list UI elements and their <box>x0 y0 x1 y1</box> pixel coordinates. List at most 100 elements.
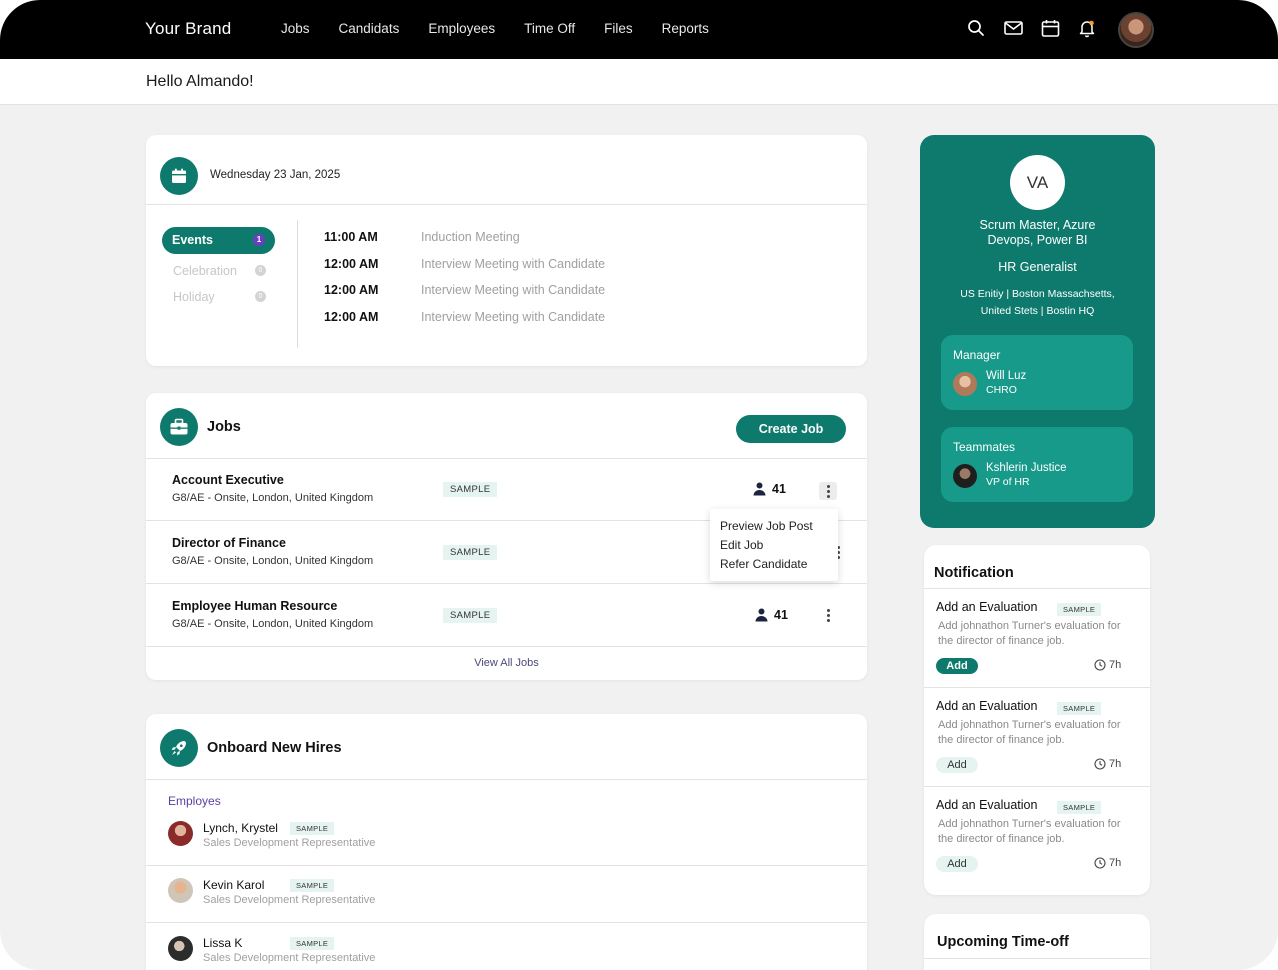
event-title[interactable]: Interview Meeting with Candidate <box>421 283 605 297</box>
profile-role: HR Generalist <box>998 260 1077 274</box>
add-evaluation-button[interactable]: Add <box>936 658 978 674</box>
divider <box>146 583 867 584</box>
applicant-count-value: 41 <box>772 482 786 496</box>
divider <box>924 687 1150 688</box>
category-label: Celebration <box>173 264 237 278</box>
time-ago-value: 7h <box>1109 659 1122 671</box>
event-time: 12:00 AM <box>324 257 379 271</box>
job-title[interactable]: Account Executive <box>172 473 284 487</box>
job-title[interactable]: Director of Finance <box>172 536 286 550</box>
manager-name: Will Luz <box>986 370 1027 382</box>
time-ago-value: 7h <box>1109 758 1122 770</box>
nav-link-files[interactable]: Files <box>604 21 633 36</box>
applicant-count[interactable]: 41 <box>753 482 786 496</box>
profile-card: VA Scrum Master, Azure Devops, Power BI … <box>920 135 1155 528</box>
profile-location-line1: US Enitiy | Boston Massachsetts, <box>960 288 1115 300</box>
sample-badge: SAMPLE <box>1057 702 1102 715</box>
nav-link-reports[interactable]: Reports <box>662 21 709 36</box>
time-ago: 7h <box>1094 857 1121 869</box>
create-job-button[interactable]: Create Job <box>736 415 846 443</box>
sample-badge: SAMPLE <box>290 937 335 950</box>
event-time: 12:00 AM <box>324 283 379 297</box>
nav-link-time-off[interactable]: Time Off <box>524 21 575 36</box>
search-icon[interactable] <box>965 17 987 39</box>
profile-initials: VA <box>1010 155 1065 210</box>
event-title[interactable]: Interview Meeting with Candidate <box>421 310 605 324</box>
menu-item-edit-job[interactable]: Edit Job <box>720 538 838 557</box>
person-icon <box>755 608 768 622</box>
sample-badge: SAMPLE <box>290 879 335 892</box>
view-all-jobs-link[interactable]: View All Jobs <box>146 657 867 669</box>
rocket-icon <box>160 729 198 767</box>
applicant-count-value: 41 <box>774 608 788 622</box>
category-label: Holiday <box>173 290 215 304</box>
sample-badge: SAMPLE <box>443 608 498 623</box>
job-options-menu: Preview Job Post Edit Job Refer Candidat… <box>710 509 838 581</box>
briefcase-icon <box>160 408 198 446</box>
notification-title: Add an Evaluation <box>936 798 1038 812</box>
bell-icon[interactable] <box>1076 17 1098 39</box>
notifications-title: Notification <box>934 565 1014 581</box>
teammates-heading: Teammates <box>953 440 1016 454</box>
nav-links: Jobs Candidats Employees Time Off Files … <box>281 21 738 36</box>
app-frame: Your Brand Jobs Candidats Employees Time… <box>0 0 1278 970</box>
clock-icon <box>1094 758 1106 770</box>
teammates-card[interactable]: Teammates Kshlerin Justice VP of HR <box>941 427 1133 502</box>
person-name: Lynch, Krystel <box>203 821 278 835</box>
event-title[interactable]: Interview Meeting with Candidate <box>421 257 605 271</box>
applicant-count[interactable]: 41 <box>755 608 788 622</box>
calendar-icon <box>160 157 198 195</box>
notifications-card: Notification Add an Evaluation SAMPLE Ad… <box>924 545 1150 895</box>
clock-icon <box>1094 857 1106 869</box>
category-celebration[interactable]: Celebration 0 <box>173 264 266 278</box>
nav-link-candidats[interactable]: Candidats <box>339 21 400 36</box>
person-name: Kevin Karol <box>203 878 265 892</box>
category-events[interactable]: Events 1 <box>162 227 275 254</box>
onboard-card: Onboard New Hires Employes Lynch, Kryste… <box>146 714 867 970</box>
category-label: Events <box>172 233 213 247</box>
more-options-icon[interactable] <box>819 482 837 500</box>
events-date: Wednesday 23 Jan, 2025 <box>210 169 341 181</box>
notification-title: Add an Evaluation <box>936 600 1038 614</box>
divider <box>924 958 1150 959</box>
category-count: 1 <box>253 234 265 246</box>
divider <box>146 779 867 780</box>
timeoff-card: Upcoming Time-off <box>924 914 1150 970</box>
sample-badge: SAMPLE <box>290 822 335 835</box>
add-evaluation-button[interactable]: Add <box>936 757 978 773</box>
nav-link-employees[interactable]: Employees <box>428 21 495 36</box>
menu-item-refer-candidate[interactable]: Refer Candidate <box>720 557 838 576</box>
add-evaluation-button[interactable]: Add <box>936 856 978 872</box>
jobs-title: Jobs <box>207 419 241 435</box>
divider <box>146 922 867 923</box>
nav-icons <box>965 17 1113 39</box>
events-card: Wednesday 23 Jan, 2025 Events 1 Celebrat… <box>146 135 867 366</box>
menu-item-preview-job-post[interactable]: Preview Job Post <box>720 519 838 538</box>
job-location: G8/AE - Onsite, London, United Kingdom <box>172 618 374 630</box>
event-title[interactable]: Induction Meeting <box>421 230 520 244</box>
brand-logo[interactable]: Your Brand <box>145 19 231 39</box>
greeting-bar: Hello Almando! <box>0 59 1278 105</box>
nav-link-jobs[interactable]: Jobs <box>281 21 310 36</box>
avatar <box>953 372 977 396</box>
category-holiday[interactable]: Holiday 0 <box>173 290 266 304</box>
manager-card[interactable]: Manager Will Luz CHRO <box>941 335 1133 410</box>
category-count: 0 <box>255 265 266 276</box>
person-role: Sales Development Representative <box>203 837 376 849</box>
notification-title: Add an Evaluation <box>936 699 1038 713</box>
divider <box>146 646 867 647</box>
mail-icon[interactable] <box>1002 17 1024 39</box>
job-title[interactable]: Employee Human Resource <box>172 599 337 613</box>
calendar-icon[interactable] <box>1039 17 1061 39</box>
notification-desc: Add johnathon Turner's evaluation for th… <box>938 719 1121 746</box>
more-options-icon[interactable] <box>819 606 837 624</box>
user-avatar[interactable] <box>1118 12 1154 48</box>
profile-title-line1: Scrum Master, Azure <box>979 218 1096 232</box>
person-name: Lissa K <box>203 936 243 950</box>
person-role: Sales Development Representative <box>203 952 376 964</box>
sample-badge: SAMPLE <box>443 482 498 497</box>
manager-heading: Manager <box>953 348 1001 362</box>
divider <box>297 220 298 348</box>
divider <box>146 865 867 866</box>
time-ago-value: 7h <box>1109 857 1122 869</box>
